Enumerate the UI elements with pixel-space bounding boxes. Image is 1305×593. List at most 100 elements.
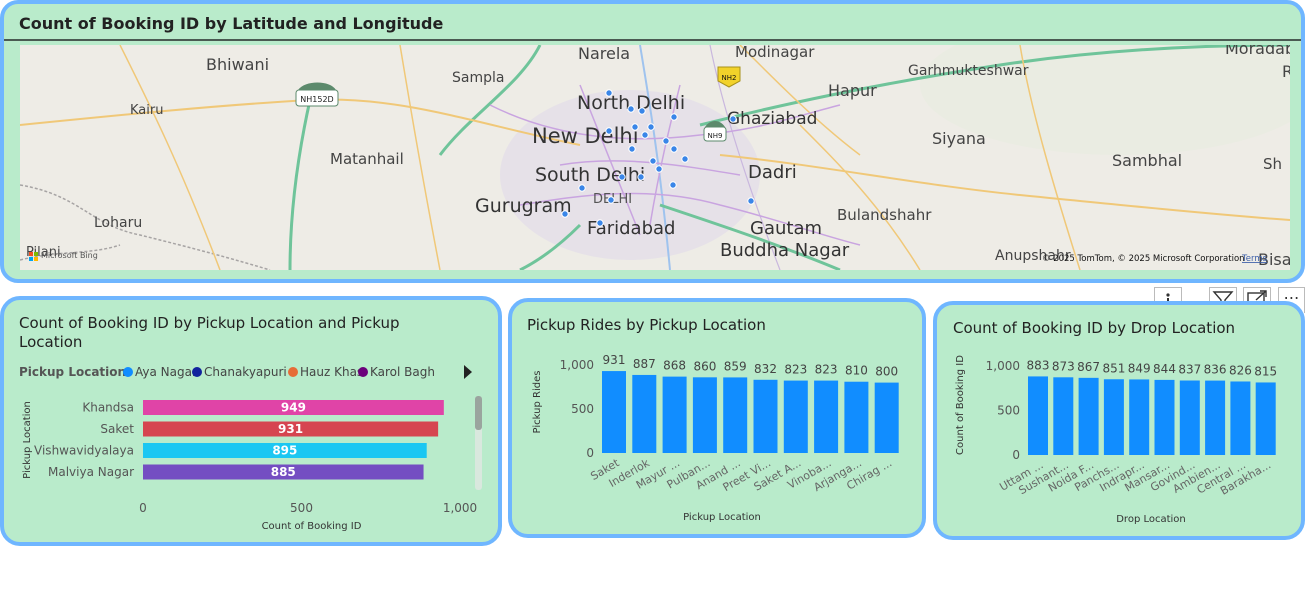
place-gautam: Gautam: [750, 218, 822, 239]
map-point: [670, 113, 678, 121]
bar[interactable]: [1078, 377, 1099, 455]
bar[interactable]: [1053, 377, 1074, 455]
map-point: [662, 137, 670, 145]
svg-text:Microsoft Bing: Microsoft Bing: [41, 251, 98, 260]
place-kairu: Kairu: [130, 103, 163, 118]
data-label: 837: [1178, 363, 1201, 377]
data-label: 849: [1128, 361, 1151, 375]
place-bulandshahr: Bulandshahr: [837, 206, 932, 224]
map-point: [605, 89, 613, 97]
data-label: 883: [1027, 358, 1050, 372]
map-point: [605, 127, 613, 135]
bar[interactable]: [632, 374, 657, 453]
x-tick-label: 1,000: [443, 501, 477, 515]
place-new-delhi: New Delhi: [532, 124, 639, 148]
place-garhmukteshwar: Garhmukteshwar: [908, 63, 1029, 79]
y-tick-label: Vishwavidyalaya: [34, 444, 134, 458]
scrollbar-thumb[interactable]: [475, 396, 482, 430]
bar[interactable]: [844, 381, 869, 453]
data-label: 810: [845, 364, 868, 378]
map-point: [618, 173, 626, 181]
data-label: 873: [1052, 359, 1075, 373]
svg-text:NH152D: NH152D: [300, 95, 333, 104]
legend-item[interactable]: Hauz Khas: [300, 365, 363, 379]
map-point: [607, 196, 615, 204]
bar[interactable]: [783, 380, 808, 453]
map-point: [669, 181, 677, 189]
data-label: 867: [1077, 360, 1100, 374]
bar[interactable]: [723, 377, 748, 453]
legend-title: Pickup Location: [19, 365, 126, 379]
bar[interactable]: [1129, 379, 1150, 455]
bar[interactable]: [814, 380, 839, 453]
bar[interactable]: [662, 376, 687, 453]
place-loharu: Loharu: [94, 215, 142, 231]
data-label: 800: [875, 365, 898, 379]
y-tick-label: 500: [571, 402, 594, 416]
bar[interactable]: [1028, 376, 1048, 455]
map-point: [638, 107, 646, 115]
data-label: 815: [1254, 364, 1277, 378]
x-axis-title: Pickup Location: [683, 512, 761, 523]
bar[interactable]: [753, 379, 778, 453]
legend-item[interactable]: Karol Bagh: [370, 365, 435, 379]
y-tick-label: 0: [586, 446, 594, 460]
bar[interactable]: [602, 371, 626, 453]
map-point: [561, 210, 569, 218]
legend-marker: [358, 367, 368, 377]
map-point: [631, 123, 639, 131]
map-point: [637, 173, 645, 181]
chart3-svg: 05001,000 883Uttam ...873Sushant...867Noi…: [955, 355, 1277, 525]
svg-text:NH9: NH9: [708, 132, 723, 140]
y-tick-label: 1,000: [560, 358, 594, 372]
map-point: [596, 219, 604, 227]
legend-item[interactable]: Chanakyapuri: [204, 365, 287, 379]
bar[interactable]: [1179, 380, 1200, 455]
map-terms-link[interactable]: Terms: [1241, 254, 1268, 264]
chart1-legend[interactable]: Pickup Location Aya Nagar Chanakyapuri Hauz…: [19, 365, 472, 379]
title-divider: [4, 39, 1301, 41]
pickup-rides-bar-card[interactable]: Pickup Rides by Pickup Location 0 500 1,00…: [508, 298, 926, 538]
map-point: [628, 145, 636, 153]
place-bhiwani: Bhiwani: [206, 55, 269, 74]
place-south-delhi: South Delhi: [535, 164, 645, 186]
bar[interactable]: [1230, 381, 1251, 455]
chart1-svg: Pickup Location Aya Nagar Chanakyapuri Hauz…: [19, 365, 482, 532]
place-moradabad: Moradab: [1225, 45, 1290, 58]
map-point: [647, 123, 655, 131]
data-label: 931: [278, 422, 303, 436]
map-canvas[interactable]: NH152D NH2 NH9 Narela Modinagar Moradab …: [20, 45, 1290, 270]
data-label: 885: [271, 465, 296, 479]
y-tick-label: 0: [1012, 448, 1020, 462]
x-tick-label: 500: [290, 501, 313, 515]
data-label: 868: [663, 359, 686, 373]
bar[interactable]: [1255, 382, 1276, 455]
y-tick-label: Saket: [100, 422, 134, 436]
data-label: 844: [1153, 362, 1176, 376]
map-point: [670, 145, 678, 153]
y-axis-title: Count of Booking ID: [955, 355, 966, 455]
map-title: Count of Booking ID by Latitude and Long…: [19, 14, 444, 33]
legend-marker: [192, 367, 202, 377]
map-point: [641, 131, 649, 139]
bar[interactable]: [1205, 380, 1226, 455]
bar[interactable]: [692, 377, 717, 453]
place-r: R: [1282, 62, 1290, 81]
data-label: 931: [603, 353, 626, 367]
place-narela: Narela: [578, 45, 630, 63]
bar[interactable]: [874, 382, 899, 453]
y-tick-label: 1,000: [986, 359, 1020, 373]
drop-location-bar-card[interactable]: Count of Booking ID by Drop Location 0 50…: [933, 301, 1305, 540]
legend-next-arrow-icon[interactable]: [464, 365, 472, 379]
bar[interactable]: [1103, 379, 1124, 455]
pickup-location-bar-card[interactable]: Count of Booking ID by Pickup Location a…: [0, 296, 502, 546]
map-visual-card[interactable]: Count of Booking ID by Latitude and Long…: [0, 0, 1305, 283]
data-label: 859: [724, 359, 747, 373]
bar[interactable]: [1154, 379, 1175, 455]
data-label: 887: [633, 357, 656, 371]
y-axis-title: Pickup Location: [22, 401, 33, 479]
legend-marker: [123, 367, 133, 377]
map-point: [649, 157, 657, 165]
map-point: [681, 155, 689, 163]
legend-item[interactable]: Aya Nagar: [135, 365, 197, 379]
